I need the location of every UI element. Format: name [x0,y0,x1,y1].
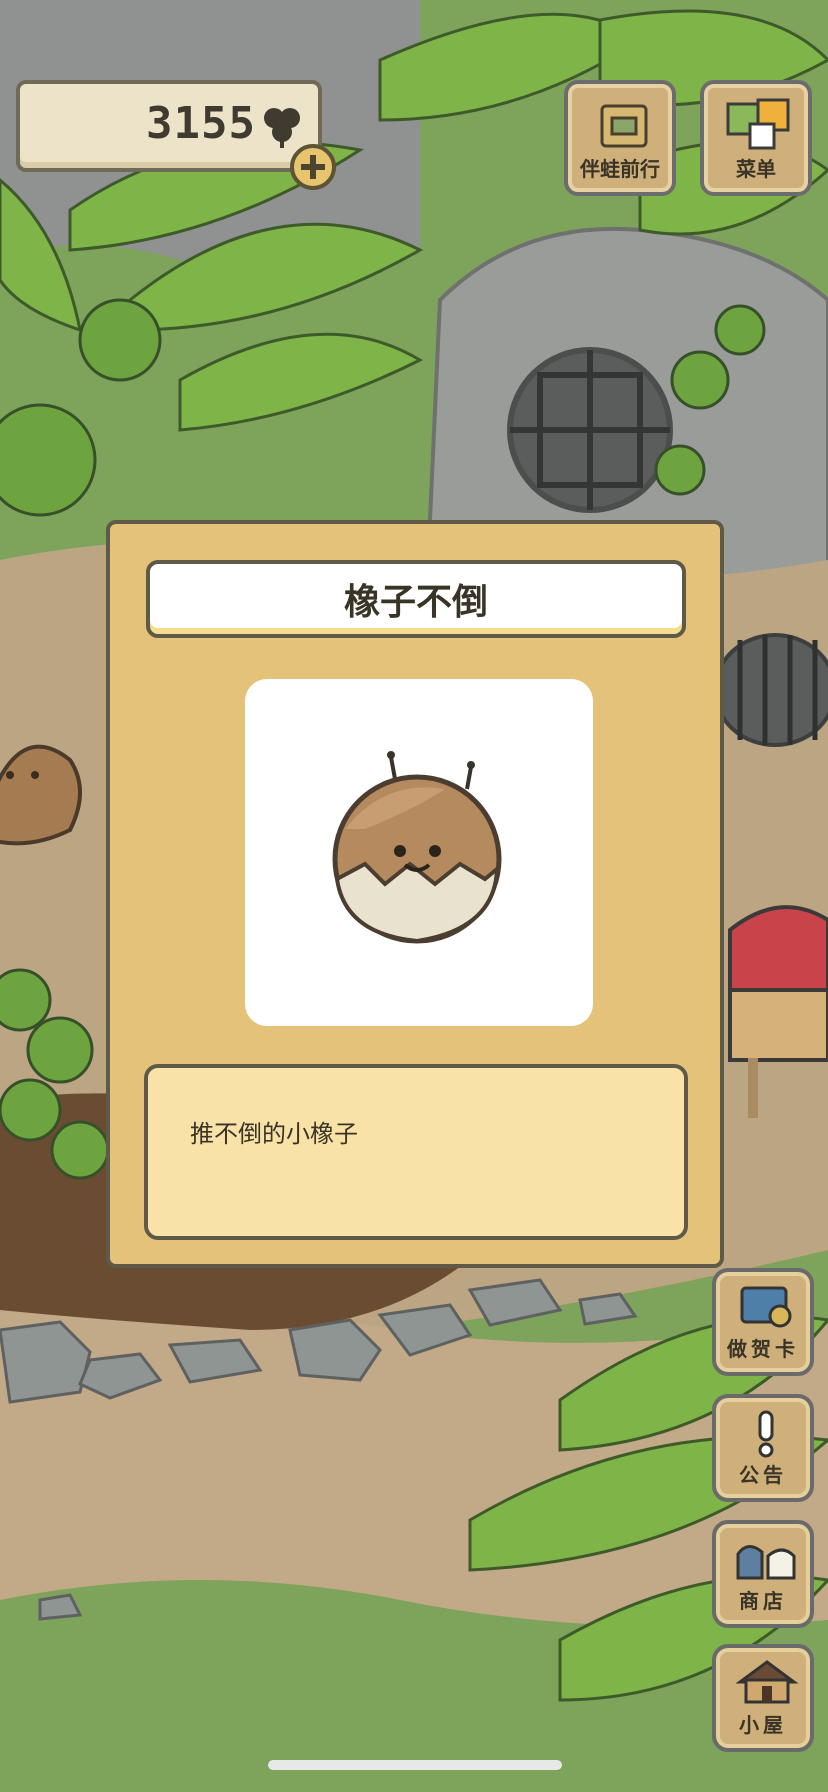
shop-button[interactable]: 商店 [712,1520,814,1628]
clover-icon [264,108,300,148]
menu-icon [726,98,790,150]
house-icon [735,1660,799,1704]
shop-icon [736,1545,796,1580]
home-indicator[interactable] [268,1760,562,1770]
card-icon [740,1286,792,1328]
menu-button[interactable]: 菜单 [700,80,812,196]
item-title: 橡子不倒 [343,582,488,623]
item-popup[interactable]: 橡子不倒 推不倒的小橡子 [106,520,724,1268]
item-title-box: 橡子不倒 [146,560,686,638]
travel-with-frog-label: 伴蛙前行 [580,157,660,181]
item-description: 推不倒的小橡子 [190,1120,358,1148]
frog-travel-icon [600,104,648,148]
item-image-panel [245,679,593,1026]
travel-with-frog-button[interactable]: 伴蛙前行 [564,80,676,196]
acorn-roly-poly-icon [332,751,502,944]
plus-icon [301,155,325,179]
make-card-label: 做贺卡 [727,1337,799,1361]
item-description-box: 推不倒的小橡子 [144,1064,688,1240]
menu-label: 菜单 [736,157,776,181]
clover-counter: 3155 [16,80,322,172]
house-button[interactable]: 小屋 [712,1644,814,1752]
shop-label: 商店 [739,1589,787,1613]
notice-label: 公告 [739,1463,787,1487]
add-clover-button[interactable] [290,144,336,190]
house-label: 小屋 [739,1713,787,1737]
notice-button[interactable]: 公告 [712,1394,814,1502]
make-card-button[interactable]: 做贺卡 [712,1268,814,1376]
clover-count: 3155 [146,98,256,149]
notice-icon [758,1410,774,1458]
